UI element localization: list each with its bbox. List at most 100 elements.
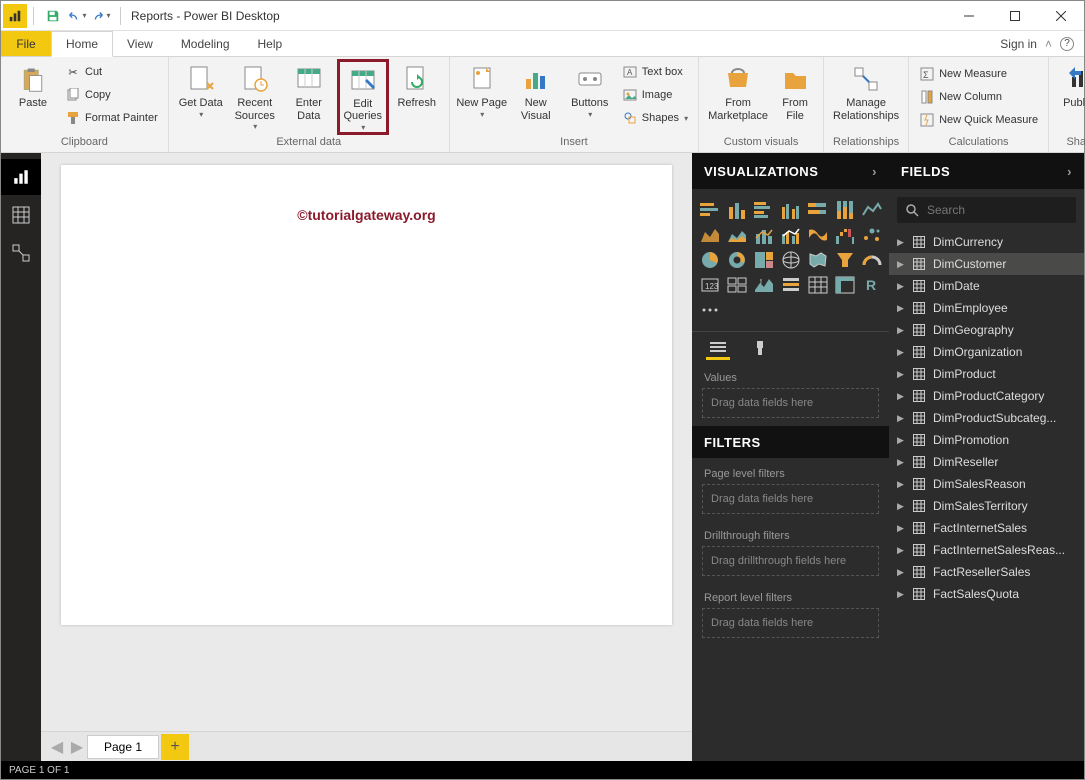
waterfall-icon[interactable]: [833, 224, 857, 246]
help-tab[interactable]: Help: [244, 31, 297, 56]
stacked-bar-icon[interactable]: [698, 199, 722, 221]
field-table-item[interactable]: ▶DimProductSubcateg...: [889, 407, 1084, 429]
card-icon[interactable]: 123: [698, 274, 722, 296]
new-visual-button[interactable]: New Visual: [510, 59, 562, 135]
field-table-item[interactable]: ▶DimOrganization: [889, 341, 1084, 363]
field-table-item[interactable]: ▶DimSalesTerritory: [889, 495, 1084, 517]
report-filters-dropzone[interactable]: Drag data fields here: [702, 608, 879, 638]
modeling-tab[interactable]: Modeling: [167, 31, 244, 56]
save-button[interactable]: [42, 5, 64, 27]
get-data-button[interactable]: Get Data▾: [175, 59, 227, 135]
redo-button[interactable]: ▾: [90, 5, 112, 27]
buttons-button[interactable]: Buttons▾: [564, 59, 616, 135]
field-table-item[interactable]: ▶DimPromotion: [889, 429, 1084, 451]
values-dropzone[interactable]: Drag data fields here: [702, 388, 879, 418]
table-icon[interactable]: [806, 274, 830, 296]
close-button[interactable]: [1038, 1, 1084, 31]
next-page-button[interactable]: ▶: [67, 736, 87, 758]
line-column-icon[interactable]: [752, 224, 776, 246]
field-table-item[interactable]: ▶DimDate: [889, 275, 1084, 297]
stacked-area-icon[interactable]: [725, 224, 749, 246]
help-icon[interactable]: ?: [1060, 37, 1074, 51]
format-tab-icon[interactable]: [748, 336, 772, 360]
data-view-button[interactable]: [1, 197, 41, 233]
slicer-icon[interactable]: [779, 274, 803, 296]
from-file-button[interactable]: From File: [773, 59, 817, 135]
multi-card-icon[interactable]: [725, 274, 749, 296]
map-icon[interactable]: [779, 249, 803, 271]
text-box-button[interactable]: AText box: [618, 61, 692, 83]
drillthrough-dropzone[interactable]: Drag drillthrough fields here: [702, 546, 879, 576]
edit-queries-button[interactable]: Edit Queries▾: [337, 59, 389, 135]
matrix-icon[interactable]: [833, 274, 857, 296]
field-table-item[interactable]: ▶DimProduct: [889, 363, 1084, 385]
pie-chart-icon[interactable]: [698, 249, 722, 271]
sign-in-link[interactable]: Sign in ˄ ?: [990, 31, 1084, 56]
maximize-button[interactable]: [992, 1, 1038, 31]
prev-page-button[interactable]: ◀: [47, 736, 67, 758]
paste-button[interactable]: Paste: [7, 59, 59, 135]
model-view-button[interactable]: [1, 235, 41, 271]
filled-map-icon[interactable]: [806, 249, 830, 271]
file-menu[interactable]: File: [1, 31, 51, 56]
refresh-button[interactable]: Refresh: [391, 59, 443, 135]
field-table-item[interactable]: ▶DimReseller: [889, 451, 1084, 473]
field-table-item[interactable]: ▶FactInternetSales: [889, 517, 1084, 539]
gauge-icon[interactable]: [860, 249, 884, 271]
stacked-column-icon[interactable]: [725, 199, 749, 221]
hundred-column-icon[interactable]: [833, 199, 857, 221]
cut-button[interactable]: ✂Cut: [61, 61, 162, 83]
search-input[interactable]: [927, 203, 1082, 217]
clustered-bar-icon[interactable]: [752, 199, 776, 221]
field-table-item[interactable]: ▶DimSalesReason: [889, 473, 1084, 495]
enter-data-button[interactable]: Enter Data: [283, 59, 335, 135]
minimize-button[interactable]: [946, 1, 992, 31]
fields-search[interactable]: [897, 197, 1076, 223]
publish-button[interactable]: Publish: [1055, 59, 1085, 135]
page-tab-1[interactable]: Page 1: [87, 735, 159, 759]
clustered-column-icon[interactable]: [779, 199, 803, 221]
funnel-icon[interactable]: [833, 249, 857, 271]
view-tab[interactable]: View: [113, 31, 167, 56]
manage-relationships-button[interactable]: Manage Relationships: [830, 59, 902, 135]
line-clustered-icon[interactable]: [779, 224, 803, 246]
field-table-item[interactable]: ▶DimEmployee: [889, 297, 1084, 319]
scatter-icon[interactable]: [860, 224, 884, 246]
fields-header[interactable]: FIELDS›: [889, 153, 1084, 189]
treemap-icon[interactable]: [752, 249, 776, 271]
report-canvas[interactable]: ©tutorialgateway.org: [61, 165, 672, 625]
hundred-bar-icon[interactable]: [806, 199, 830, 221]
field-table-item[interactable]: ▶FactResellerSales: [889, 561, 1084, 583]
image-button[interactable]: Image: [618, 84, 692, 106]
fields-tab-icon[interactable]: [706, 336, 730, 360]
field-table-item[interactable]: ▶DimProductCategory: [889, 385, 1084, 407]
visualizations-header[interactable]: VISUALIZATIONS›: [692, 153, 889, 189]
new-column-button[interactable]: New Column: [915, 86, 1042, 108]
ribbon-chart-icon[interactable]: [806, 224, 830, 246]
new-page-button[interactable]: New Page▾: [456, 59, 508, 135]
more-visuals-icon[interactable]: [698, 299, 722, 321]
field-table-item[interactable]: ▶FactInternetSalesReas...: [889, 539, 1084, 561]
shapes-button[interactable]: Shapes▾: [618, 107, 692, 129]
new-quick-measure-button[interactable]: New Quick Measure: [915, 109, 1042, 131]
from-marketplace-button[interactable]: From Marketplace: [705, 59, 771, 135]
format-painter-button[interactable]: Format Painter: [61, 107, 162, 129]
area-chart-icon[interactable]: [698, 224, 722, 246]
recent-sources-button[interactable]: Recent Sources▾: [229, 59, 281, 135]
field-table-item[interactable]: ▶DimCustomer: [889, 253, 1084, 275]
add-page-button[interactable]: +: [161, 734, 189, 760]
kpi-icon[interactable]: !: [752, 274, 776, 296]
home-tab[interactable]: Home: [51, 31, 113, 57]
new-measure-button[interactable]: ΣNew Measure: [915, 63, 1042, 85]
undo-button[interactable]: ▾: [66, 5, 88, 27]
copy-button[interactable]: Copy: [61, 84, 162, 106]
line-chart-icon[interactable]: [860, 199, 884, 221]
field-table-item[interactable]: ▶FactSalesQuota: [889, 583, 1084, 605]
field-table-item[interactable]: ▶DimCurrency: [889, 231, 1084, 253]
field-table-item[interactable]: ▶DimGeography: [889, 319, 1084, 341]
copy-icon: [65, 87, 81, 103]
page-filters-dropzone[interactable]: Drag data fields here: [702, 484, 879, 514]
report-view-button[interactable]: [1, 159, 41, 195]
donut-chart-icon[interactable]: [725, 249, 749, 271]
r-visual-icon[interactable]: R: [860, 274, 884, 296]
